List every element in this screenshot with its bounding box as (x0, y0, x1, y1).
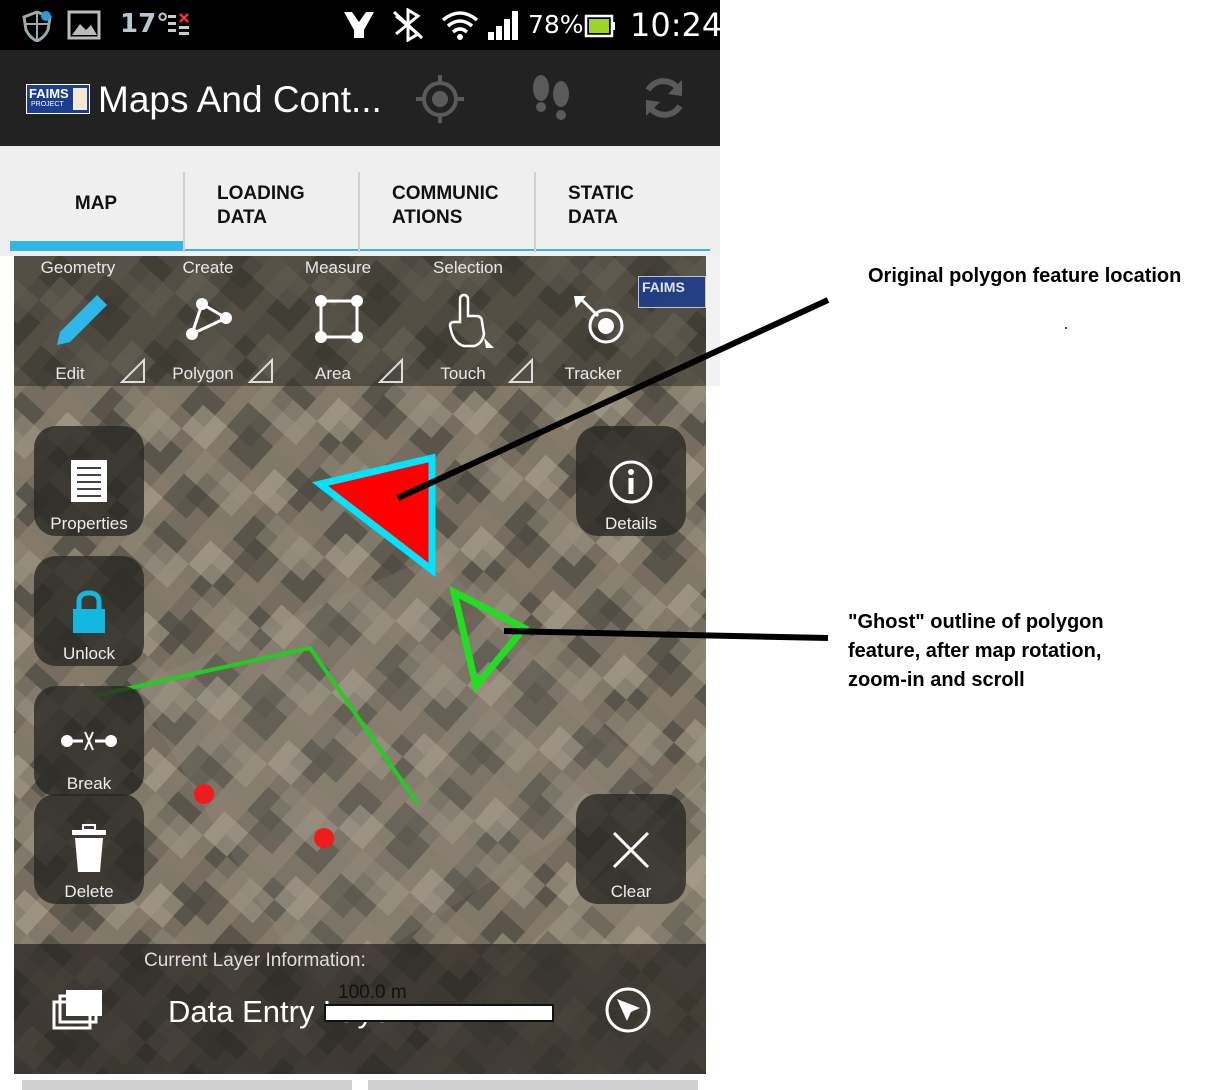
annotation-ghost-line3: zoom-in and scroll (848, 669, 1025, 691)
annotation-ghost-line1: "Ghost" outline of polygon (848, 611, 1104, 633)
annotation-original-location: Original polygon feature location (868, 265, 1182, 287)
annotation-arrows (396, 297, 1067, 641)
annotation-ghost-line2: feature, after map rotation, (848, 640, 1102, 662)
